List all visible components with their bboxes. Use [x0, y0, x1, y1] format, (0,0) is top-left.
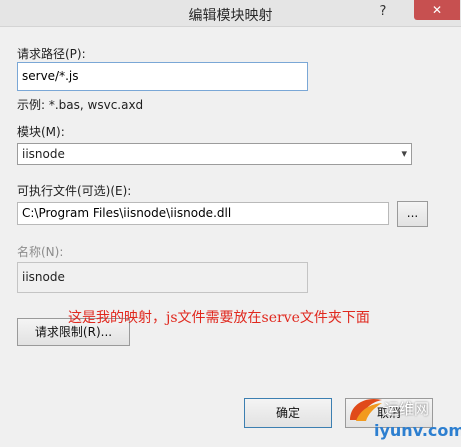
- name-label: 名称(N):: [17, 245, 64, 259]
- ok-button[interactable]: 确定: [244, 398, 332, 428]
- watermark: 运维网 iyunv.com: [346, 392, 461, 447]
- executable-input[interactable]: C:\Program Files\iisnode\iisnode.dll: [17, 202, 389, 225]
- help-icon[interactable]: ?: [370, 0, 396, 24]
- dialog-body: 请求路径(P): serve/*.js 示例: *.bas, wsvc.axd …: [0, 27, 461, 447]
- request-path-label: 请求路径(P):: [17, 47, 86, 61]
- watermark-logo-icon: [350, 398, 382, 421]
- browse-button[interactable]: ...: [397, 201, 428, 227]
- edit-module-mapping-dialog: 编辑模块映射 ? ✕ 请求路径(P): serve/*.js 示例: *.bas…: [0, 0, 461, 447]
- request-path-example: 示例: *.bas, wsvc.axd: [17, 98, 144, 112]
- close-icon[interactable]: ✕: [414, 0, 460, 20]
- request-path-input[interactable]: serve/*.js: [17, 62, 308, 91]
- annotation-note: 这是我的映射，js文件需要放在serve文件夹下面: [68, 310, 370, 326]
- title-bar: 编辑模块映射 ? ✕: [0, 0, 461, 27]
- chevron-down-icon: ▾: [401, 147, 407, 160]
- watermark-text-cn: 运维网: [384, 400, 430, 418]
- watermark-text-url: iyunv.com: [374, 421, 461, 440]
- module-select-value: iisnode: [22, 147, 65, 161]
- name-input[interactable]: iisnode: [17, 262, 308, 293]
- module-label: 模块(M):: [17, 125, 65, 139]
- module-select[interactable]: iisnode ▾: [17, 143, 412, 165]
- executable-label: 可执行文件(可选)(E):: [17, 184, 132, 198]
